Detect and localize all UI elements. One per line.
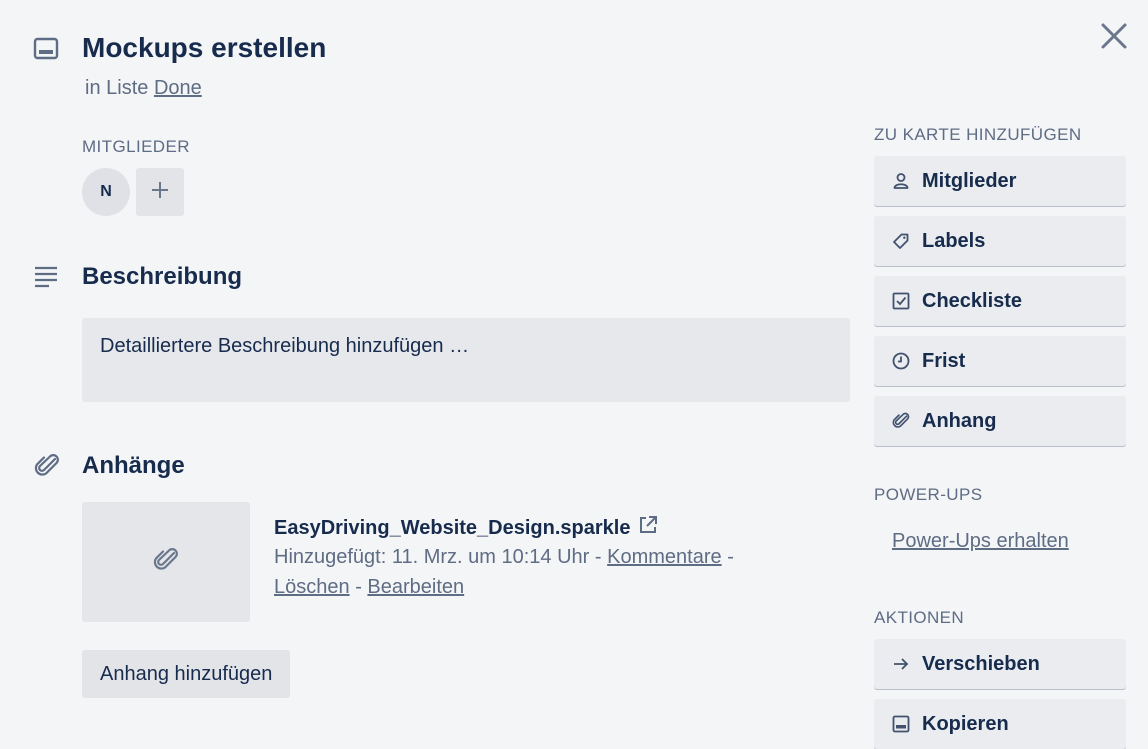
card-icon bbox=[33, 37, 59, 61]
members-label: MITGLIEDER bbox=[82, 137, 190, 156]
attachment-meta-line1: Hinzugefügt: 11. Mrz. um 10:14 Uhr - Kom… bbox=[274, 545, 734, 569]
separator: - bbox=[594, 546, 602, 568]
sidebar-button-checklist[interactable]: Checkliste bbox=[874, 276, 1126, 326]
edit-link[interactable]: Bearbeiten bbox=[367, 576, 464, 598]
sidebar-button-label: Kopieren bbox=[922, 713, 1009, 735]
attachment-meta-line2: Löschen - Bearbeiten bbox=[274, 575, 464, 599]
sidebar-button-labels[interactable]: Labels bbox=[874, 216, 1126, 266]
sidebar-button-label: Verschieben bbox=[922, 653, 1040, 675]
checkbox-icon bbox=[892, 292, 910, 310]
paperclip-icon bbox=[153, 547, 179, 577]
description-title: Beschreibung bbox=[82, 263, 243, 290]
sidebar-button-label: Labels bbox=[922, 230, 986, 252]
add-attachment-button[interactable]: Anhang hinzufügen bbox=[82, 650, 291, 698]
avatar[interactable]: N bbox=[82, 168, 130, 216]
paperclip-icon bbox=[34, 454, 60, 478]
actions-label: AKTIONEN bbox=[874, 608, 965, 627]
close-icon[interactable] bbox=[1098, 20, 1130, 52]
card-title[interactable]: Mockups erstellen bbox=[82, 30, 326, 66]
plus-icon bbox=[150, 180, 170, 205]
list-info: in Liste Done bbox=[85, 76, 202, 100]
sidebar-button-members[interactable]: Mitglieder bbox=[874, 156, 1126, 206]
sidebar-button-move[interactable]: Verschieben bbox=[874, 639, 1126, 689]
list-prefix: in Liste bbox=[85, 77, 149, 99]
delete-link[interactable]: Löschen bbox=[274, 576, 350, 598]
list-link[interactable]: Done bbox=[154, 77, 202, 99]
paperclip-icon bbox=[892, 412, 910, 430]
attachment-thumbnail[interactable] bbox=[82, 502, 250, 622]
sidebar-button-label: Anhang bbox=[922, 410, 997, 432]
powerups-label: POWER-UPS bbox=[874, 485, 983, 504]
separator: - bbox=[727, 546, 734, 568]
arrow-right-icon bbox=[892, 655, 910, 673]
add-member-button[interactable] bbox=[136, 168, 184, 216]
sidebar-button-label: Mitglieder bbox=[922, 170, 1017, 192]
person-icon bbox=[892, 172, 910, 190]
tag-icon bbox=[892, 232, 910, 250]
add-to-card-label: ZU KARTE HINZUFÜGEN bbox=[874, 125, 1082, 144]
attachment-added: Hinzugefügt: 11. Mrz. um 10:14 Uhr bbox=[274, 546, 590, 568]
attachments-title: Anhänge bbox=[82, 452, 185, 479]
description-editor[interactable]: Detailliertere Beschreibung hinzufügen … bbox=[82, 318, 850, 402]
sidebar-button-label: Checkliste bbox=[922, 290, 1023, 312]
description-lines-icon bbox=[34, 266, 58, 288]
copy-card-icon bbox=[892, 715, 910, 733]
separator: - bbox=[355, 576, 362, 598]
comments-link[interactable]: Kommentare bbox=[607, 546, 722, 568]
sidebar-button-copy[interactable]: Kopieren bbox=[874, 699, 1126, 749]
description-placeholder: Detailliertere Beschreibung hinzufügen … bbox=[100, 335, 470, 357]
attachment-name-link[interactable]: EasyDriving_Website_Design.sparkle bbox=[274, 515, 658, 541]
external-link-icon bbox=[638, 515, 658, 541]
sidebar-button-label: Frist bbox=[922, 350, 966, 372]
clock-icon bbox=[892, 352, 910, 370]
attachment-name: EasyDriving_Website_Design.sparkle bbox=[274, 517, 631, 539]
sidebar-button-due-date[interactable]: Frist bbox=[874, 336, 1126, 386]
get-powerups-link[interactable]: Power-Ups erhalten bbox=[892, 529, 1069, 553]
sidebar-button-attachment[interactable]: Anhang bbox=[874, 396, 1126, 446]
